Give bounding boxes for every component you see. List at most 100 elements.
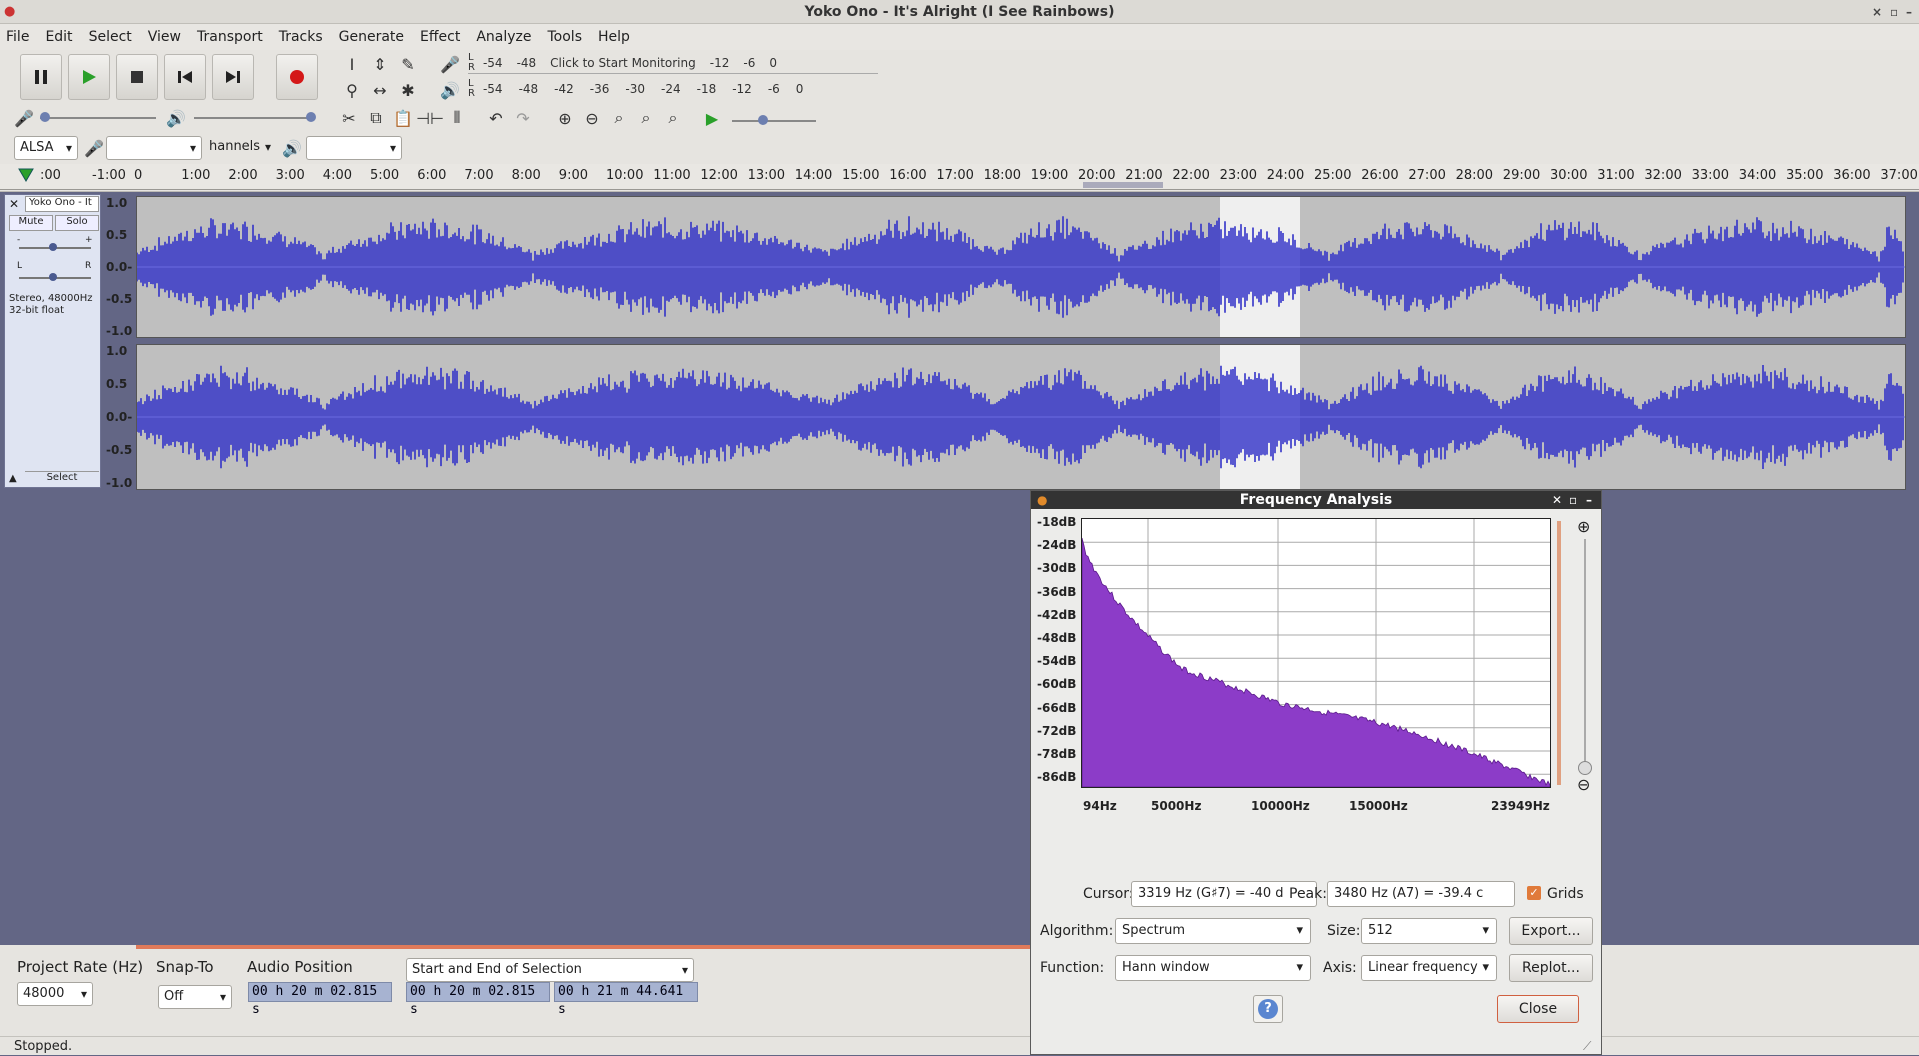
- algorithm-select[interactable]: Spectrum: [1115, 918, 1311, 944]
- solo-button[interactable]: Solo: [55, 215, 99, 231]
- recording-channels-select[interactable]: hannels: [204, 136, 276, 160]
- ruler-tick: 17:00: [936, 168, 974, 183]
- track-format: Stereo, 48000Hz: [9, 293, 93, 304]
- playback-volume-slider[interactable]: [194, 112, 316, 122]
- hz-label: 15000Hz: [1349, 799, 1408, 813]
- zoom-out-icon[interactable]: ⊖: [1577, 775, 1590, 794]
- dialog-minimize-icon[interactable]: –: [1586, 491, 1592, 509]
- replot-button[interactable]: Replot...: [1509, 954, 1593, 982]
- zoom-in-icon[interactable]: ⊕: [553, 106, 577, 130]
- menu-tracks[interactable]: Tracks: [279, 29, 323, 45]
- play-meter[interactable]: LR -54 -48 -42 -36 -30 -24 -18 -12 -6 0: [468, 78, 878, 100]
- audio-position-field[interactable]: 00 h 20 m 02.815 s: [248, 982, 392, 1017]
- peak-value-field[interactable]: 3480 Hz (A7) = -39.4 c: [1327, 881, 1515, 907]
- copy-icon[interactable]: ⧉: [364, 106, 388, 130]
- record-volume-slider[interactable]: [40, 112, 156, 122]
- silence-icon[interactable]: ⫴: [445, 106, 469, 130]
- waveform-channel-right[interactable]: [136, 344, 1906, 490]
- menu-help[interactable]: Help: [598, 29, 630, 45]
- pan-slider[interactable]: [19, 273, 91, 281]
- vertical-scroll[interactable]: [1557, 521, 1561, 785]
- function-select[interactable]: Hann window: [1115, 955, 1311, 981]
- collapse-track-icon[interactable]: ▲: [9, 473, 17, 484]
- undo-icon[interactable]: ↶: [484, 106, 508, 130]
- zoom-tool-icon[interactable]: ⚲: [340, 78, 364, 102]
- skip-end-button[interactable]: [212, 54, 254, 100]
- project-rate-select[interactable]: 48000: [17, 982, 93, 1006]
- snap-to-select[interactable]: Off: [158, 985, 232, 1009]
- mute-button[interactable]: Mute: [9, 215, 53, 231]
- amplitude-label: 0.0-: [106, 260, 133, 274]
- selection-start-field[interactable]: 00 h 20 m 02.815 s: [406, 982, 550, 1017]
- dialog-close-icon[interactable]: ✕: [1552, 491, 1562, 509]
- selection-tool-icon[interactable]: I: [340, 52, 364, 76]
- recording-device-select[interactable]: [106, 136, 202, 160]
- size-label: Size:: [1327, 923, 1361, 939]
- record-tick: -54: [482, 55, 503, 70]
- menu-edit[interactable]: Edit: [45, 29, 72, 45]
- paste-icon[interactable]: 📋: [391, 106, 415, 130]
- cut-icon[interactable]: ✂: [337, 106, 361, 130]
- record-button[interactable]: [276, 54, 318, 100]
- waveform-right: [137, 365, 1905, 469]
- draw-tool-icon[interactable]: ✎: [396, 52, 420, 76]
- ruler-tick: 5:00: [370, 168, 400, 183]
- maximize-window-icon[interactable]: ▫: [1890, 0, 1898, 24]
- menu-generate[interactable]: Generate: [339, 29, 404, 45]
- multi-tool-icon[interactable]: ✱: [396, 78, 420, 102]
- menu-transport[interactable]: Transport: [197, 29, 263, 45]
- play-meter-icon[interactable]: 🔊: [438, 78, 462, 102]
- stop-button[interactable]: [116, 54, 158, 100]
- envelope-tool-icon[interactable]: ⇕: [368, 52, 392, 76]
- axis-select[interactable]: Linear frequency: [1361, 955, 1497, 981]
- menu-file[interactable]: File: [6, 29, 29, 45]
- play-button[interactable]: [68, 54, 110, 100]
- record-monitor-label[interactable]: Click to Start Monitoring: [550, 56, 696, 70]
- menu-tools[interactable]: Tools: [548, 29, 583, 45]
- menu-view[interactable]: View: [148, 29, 181, 45]
- db-label: -18dB: [1037, 515, 1077, 529]
- timeshift-tool-icon[interactable]: ↔: [368, 78, 392, 102]
- export-button[interactable]: Export...: [1509, 917, 1593, 945]
- menu-effect[interactable]: Effect: [420, 29, 460, 45]
- fit-selection-icon[interactable]: ⌕: [607, 106, 631, 130]
- close-button[interactable]: Close: [1497, 995, 1579, 1023]
- ruler-tick: 14:00: [794, 168, 833, 183]
- gain-slider[interactable]: [19, 243, 91, 251]
- record-meter[interactable]: LR -54 -48 Click to Start Monitoring -12…: [468, 52, 878, 74]
- menu-select[interactable]: Select: [89, 29, 132, 45]
- amplitude-label: 0.5: [106, 377, 128, 391]
- zoom-toggle-icon[interactable]: ⌕: [661, 106, 685, 130]
- fit-project-icon[interactable]: ⌕: [634, 106, 658, 130]
- close-track-icon[interactable]: ✕: [9, 197, 19, 211]
- minimize-window-icon[interactable]: –: [1906, 0, 1912, 24]
- resize-grip-icon[interactable]: ⟋: [1583, 1039, 1591, 1054]
- trim-icon[interactable]: ⊣⊢: [416, 106, 444, 130]
- audio-host-select[interactable]: ALSA: [14, 136, 78, 160]
- zoom-out-icon[interactable]: ⊖: [580, 106, 604, 130]
- zoom-slider[interactable]: [1578, 539, 1592, 775]
- ruler-tick: 32:00: [1644, 168, 1682, 183]
- waveform-channel-left[interactable]: [136, 196, 1906, 338]
- select-track-button[interactable]: Select: [25, 471, 99, 487]
- waveform-left: [137, 216, 1905, 318]
- selection-mode-select[interactable]: Start and End of Selection: [406, 958, 694, 982]
- close-window-icon[interactable]: ×: [1872, 0, 1882, 24]
- zoom-in-icon[interactable]: ⊕: [1577, 517, 1590, 536]
- help-button[interactable]: ?: [1253, 995, 1283, 1023]
- size-select[interactable]: 512: [1361, 918, 1497, 944]
- grids-checkbox[interactable]: ✓: [1527, 886, 1541, 900]
- record-meter-icon[interactable]: 🎤: [438, 52, 462, 76]
- track-name-menu[interactable]: Yoko Ono - It: [25, 196, 99, 212]
- playback-device-select[interactable]: [306, 136, 402, 160]
- pause-button[interactable]: [20, 54, 62, 100]
- spectrum-plot[interactable]: [1081, 518, 1551, 788]
- menu-analyze[interactable]: Analyze: [476, 29, 531, 45]
- play-speed-slider[interactable]: [732, 115, 816, 125]
- timeline-ruler[interactable]: :00 -1:00 0 1:00 2:00 3:00 4:00 5:00 6:00 7:00 8:0…: [0, 164, 1919, 190]
- dialog-maximize-icon[interactable]: ▫: [1569, 491, 1577, 509]
- play-at-speed-icon[interactable]: ▶: [700, 106, 724, 130]
- skip-start-button[interactable]: [164, 54, 206, 100]
- selection-end-field[interactable]: 00 h 21 m 44.641 s: [554, 982, 698, 1017]
- redo-icon[interactable]: ↷: [511, 106, 535, 130]
